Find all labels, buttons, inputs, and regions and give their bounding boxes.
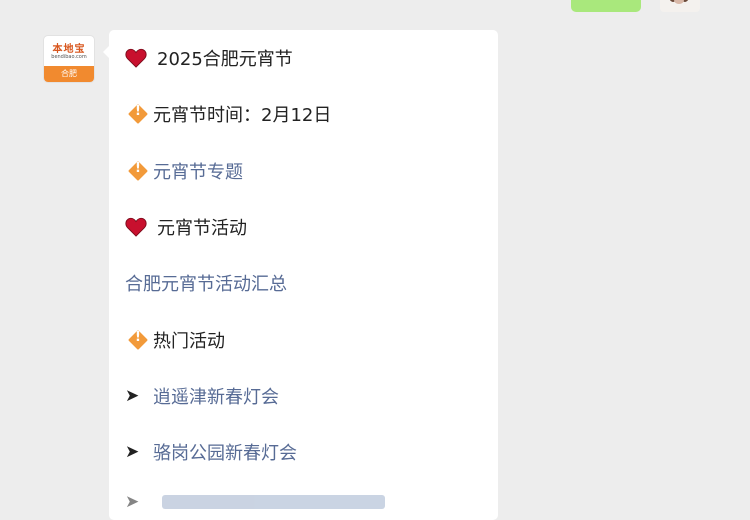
sent-message-bubble[interactable] bbox=[571, 0, 641, 12]
arrow-icon: ➤ bbox=[125, 442, 140, 462]
avatar-face bbox=[674, 0, 684, 4]
diamond-icon: ! bbox=[125, 158, 151, 184]
sender-avatar[interactable]: 本地宝 bendibao.com 合肥 bbox=[44, 36, 94, 82]
arrow-icon: ➤ bbox=[125, 386, 140, 406]
cutoff-text-placeholder bbox=[161, 495, 385, 509]
event-link[interactable]: 逍遥津新春灯会 bbox=[153, 383, 279, 409]
message-line-title: 2025合肥元宵节 bbox=[125, 44, 293, 72]
message-text: 2025合肥元宵节 bbox=[157, 49, 293, 70]
message-line-event-2[interactable]: ➤ 骆岗公园新春灯会 bbox=[125, 438, 297, 466]
diamond-icon: ! bbox=[125, 327, 151, 353]
message-bubble: 2025合肥元宵节 ! 元宵节时间：2月12日 ! 元宵节专题 元宵节活动 合肥… bbox=[103, 30, 498, 520]
self-avatar[interactable] bbox=[660, 0, 700, 12]
event-link[interactable]: 骆岗公园新春灯会 bbox=[153, 439, 297, 465]
message-line-hot: ! 热门活动 bbox=[125, 326, 225, 354]
message-line-activities: 元宵节活动 bbox=[125, 213, 247, 241]
summary-link[interactable]: 合肥元宵节活动汇总 bbox=[125, 270, 287, 296]
avatar-city-label: 合肥 bbox=[44, 66, 94, 82]
message-text: 元宵节时间：2月12日 bbox=[153, 105, 332, 126]
topic-link[interactable]: 元宵节专题 bbox=[153, 158, 243, 184]
diamond-icon: ! bbox=[125, 101, 151, 127]
message-line-date: ! 元宵节时间：2月12日 bbox=[125, 100, 331, 128]
arrow-icon: ➤ bbox=[125, 492, 140, 512]
message-line-cutoff: ➤ bbox=[125, 488, 385, 516]
message-line-event-1[interactable]: ➤ 逍遥津新春灯会 bbox=[125, 382, 279, 410]
avatar-logo-subtext: bendibao.com bbox=[51, 54, 87, 60]
message-line-summary[interactable]: 合肥元宵节活动汇总 bbox=[125, 269, 287, 297]
message-text: 元宵节活动 bbox=[157, 218, 247, 239]
avatar-logo-text: 本地宝 bbox=[52, 44, 86, 55]
message-line-topic[interactable]: ! 元宵节专题 bbox=[125, 157, 243, 185]
message-text: 热门活动 bbox=[153, 331, 225, 352]
heart-icon bbox=[125, 48, 147, 68]
heart-icon bbox=[125, 217, 147, 237]
